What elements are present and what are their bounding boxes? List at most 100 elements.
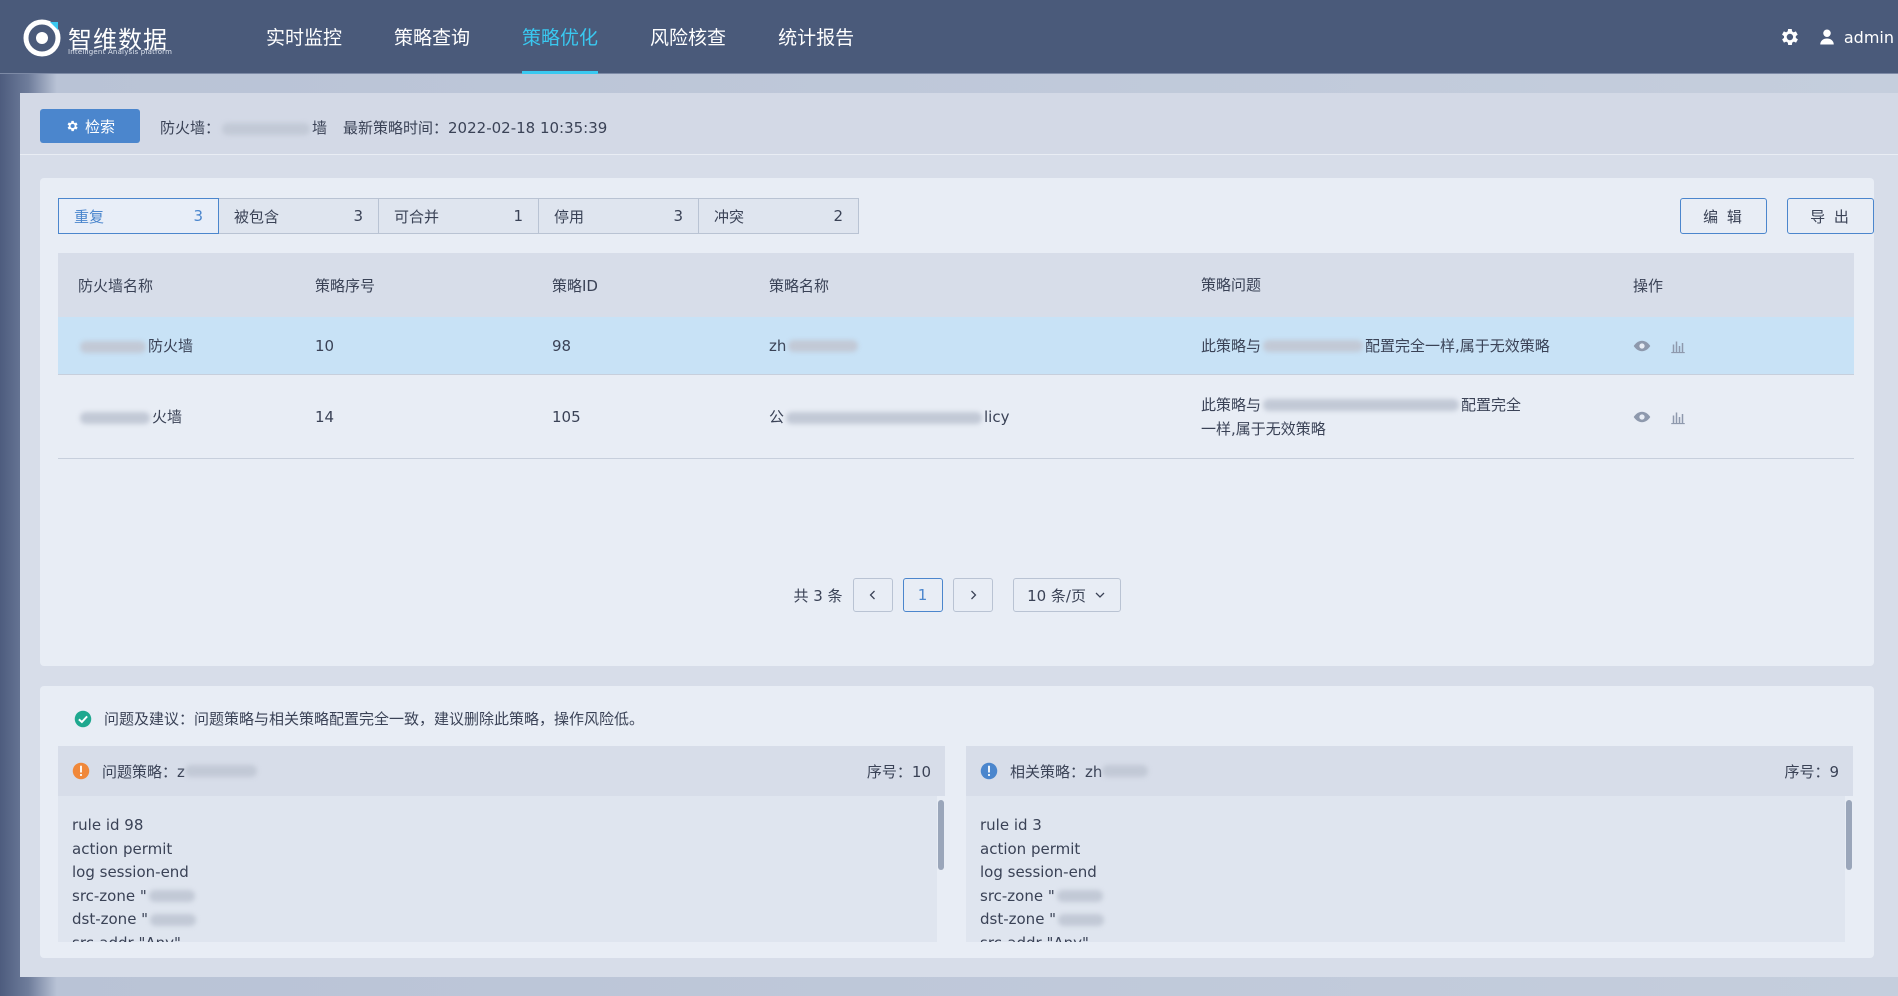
redacted-text (148, 890, 195, 902)
cell-text: 一样,属于无效策略 (1201, 419, 1326, 438)
chevron-down-icon (1095, 592, 1105, 598)
cell-issue: 此策略与 配置完全一样,属于无效策略 (1181, 393, 1613, 441)
config-line: src-zone " (72, 885, 931, 909)
redacted-text (1263, 399, 1460, 411)
config-text: dst-zone " (980, 910, 1057, 928)
cell-policy-name: 公 licy (749, 406, 1181, 427)
nav-risk-check[interactable]: 风险核查 (624, 0, 752, 74)
edit-button[interactable]: 编 辑 (1680, 198, 1767, 234)
warning-icon (72, 762, 90, 780)
scrollbar-thumb[interactable] (938, 800, 944, 870)
scrollbar[interactable] (1845, 796, 1853, 942)
prev-page-button[interactable] (852, 578, 893, 612)
search-button-label: 检索 (84, 117, 115, 136)
export-button[interactable]: 导 出 (1787, 198, 1874, 234)
bar-chart-icon[interactable] (1669, 408, 1687, 426)
redacted-text (1058, 913, 1105, 926)
tab-mergeable[interactable]: 可合并 1 (378, 198, 539, 234)
col-policy-issue: 策略问题 (1201, 276, 1262, 294)
nav-statistics-report[interactable]: 统计报告 (752, 0, 880, 74)
config-line: rule id 3 (980, 816, 1042, 834)
pagination: 共 3 条 1 10 条/页 (40, 578, 1874, 612)
page-size-select[interactable]: 10 条/页 (1012, 578, 1121, 612)
table-row[interactable]: 防火墙 10 98 zh 此策略与 配置完全一样,属于无效策略 (58, 317, 1854, 375)
cell-text: 配置完全一样,属于无效策略 (1365, 336, 1550, 355)
search-button[interactable]: 检索 (40, 109, 140, 143)
cell-policy-name: zh (749, 337, 1181, 355)
issue-type-tabs: 重复 3 被包含 3 可合并 1 停用 3 冲突 2 (58, 198, 859, 234)
tab-label: 重复 (74, 207, 105, 226)
cell-text: 公 (769, 408, 785, 426)
eye-icon[interactable] (1633, 337, 1651, 355)
chevron-right-icon (970, 590, 976, 600)
nav-policy-optimize[interactable]: 策略优化 (496, 0, 624, 74)
problem-policy-label: 问题策略：z (102, 762, 185, 781)
problem-policy-config[interactable]: rule id 98 action permit log session-end… (58, 796, 945, 942)
redacted-text (1102, 765, 1149, 777)
scrollbar[interactable] (937, 796, 945, 942)
username[interactable]: admin (1844, 28, 1894, 47)
search-bar: 检索 防火墙： 墙 最新策略时间：2022-02-18 10:35:39 (20, 93, 1898, 155)
tab-contained[interactable]: 被包含 3 (218, 198, 379, 234)
tab-duplicate[interactable]: 重复 3 (58, 198, 219, 234)
config-line: action permit (72, 839, 173, 858)
tab-label: 冲突 (714, 207, 745, 226)
cell-text: zh (769, 336, 787, 355)
config-line: src-zone " (980, 885, 1839, 909)
nav-policy-query[interactable]: 策略查询 (368, 0, 496, 74)
config-text: src-zone " (980, 886, 1055, 905)
firewall-name-suffix: 墙 (312, 119, 328, 137)
brand-subtitle: Intelligent Analysis platform (68, 48, 173, 56)
cell-text: 此策略与 (1201, 395, 1262, 414)
suggestion-card: 问题及建议：问题策略与相关策略配置完全一致，建议删除此策略，操作风险低。 问题策… (40, 686, 1874, 958)
config-line: rule id 98 (72, 816, 144, 834)
user-icon (1820, 29, 1834, 45)
tab-disabled[interactable]: 停用 3 (538, 198, 699, 234)
nav-realtime-monitor[interactable]: 实时监控 (240, 0, 368, 74)
config-line: dst-zone " (72, 908, 931, 932)
firewall-info: 防火墙： 墙 (160, 117, 327, 138)
info-icon (980, 762, 998, 780)
redacted-text (184, 765, 257, 777)
firewall-label: 防火墙： (160, 119, 221, 137)
tab-count: 3 (673, 207, 683, 225)
related-policy-config[interactable]: rule id 3 action permit log session-end … (966, 796, 1853, 942)
cell-text: licy (984, 408, 1010, 426)
tab-count: 1 (513, 207, 523, 225)
total-count: 共 3 条 (793, 586, 843, 605)
cell-firewall-name: 防火墙 (58, 335, 295, 356)
page-size-value: 10 条/页 (1027, 586, 1086, 605)
tab-count: 2 (833, 207, 843, 225)
latest-time-label: 最新策略时间： (343, 119, 449, 137)
cell-firewall-name: 火墙 (58, 406, 295, 427)
redacted-text (222, 122, 311, 135)
cell-id: 98 (552, 336, 572, 355)
related-policy-header: 相关策略：zh 序号：9 (966, 746, 1853, 796)
latest-policy-time: 最新策略时间：2022-02-18 10:35:39 (343, 117, 607, 138)
redacted-text (786, 411, 983, 424)
page-1-button[interactable]: 1 (902, 578, 943, 612)
logo-icon (23, 19, 61, 57)
tab-conflict[interactable]: 冲突 2 (698, 198, 859, 234)
problem-policy-header: 问题策略：z 序号：10 (58, 746, 945, 796)
redacted-text (788, 340, 859, 352)
config-line: log session-end (980, 863, 1097, 881)
config-line: log session-end (72, 863, 189, 881)
gear-icon[interactable] (1778, 26, 1800, 48)
cell-text: 此策略与 (1201, 336, 1262, 355)
latest-time-value: 2022-02-18 10:35:39 (448, 119, 608, 137)
table-row[interactable]: 火墙 14 105 公 licy 此策略与 配置完全 一样,属于无效策略 (58, 375, 1854, 459)
gear-icon (67, 120, 78, 132)
config-line: action permit (980, 839, 1081, 858)
problem-policy-seq: 序号：10 (866, 762, 931, 781)
cell-actions (1613, 408, 1854, 426)
tab-count: 3 (353, 207, 363, 225)
next-page-button[interactable] (952, 578, 993, 612)
chevron-left-icon (869, 590, 875, 600)
bar-chart-icon[interactable] (1669, 337, 1687, 355)
eye-icon[interactable] (1633, 408, 1651, 426)
cell-issue: 此策略与 配置完全一样,属于无效策略 (1181, 334, 1613, 358)
cell-seq: 10 (315, 336, 335, 355)
table-header: 防火墙名称 策略序号 策略ID 策略名称 策略问题 操作 (58, 253, 1854, 317)
scrollbar-thumb[interactable] (1846, 800, 1852, 870)
